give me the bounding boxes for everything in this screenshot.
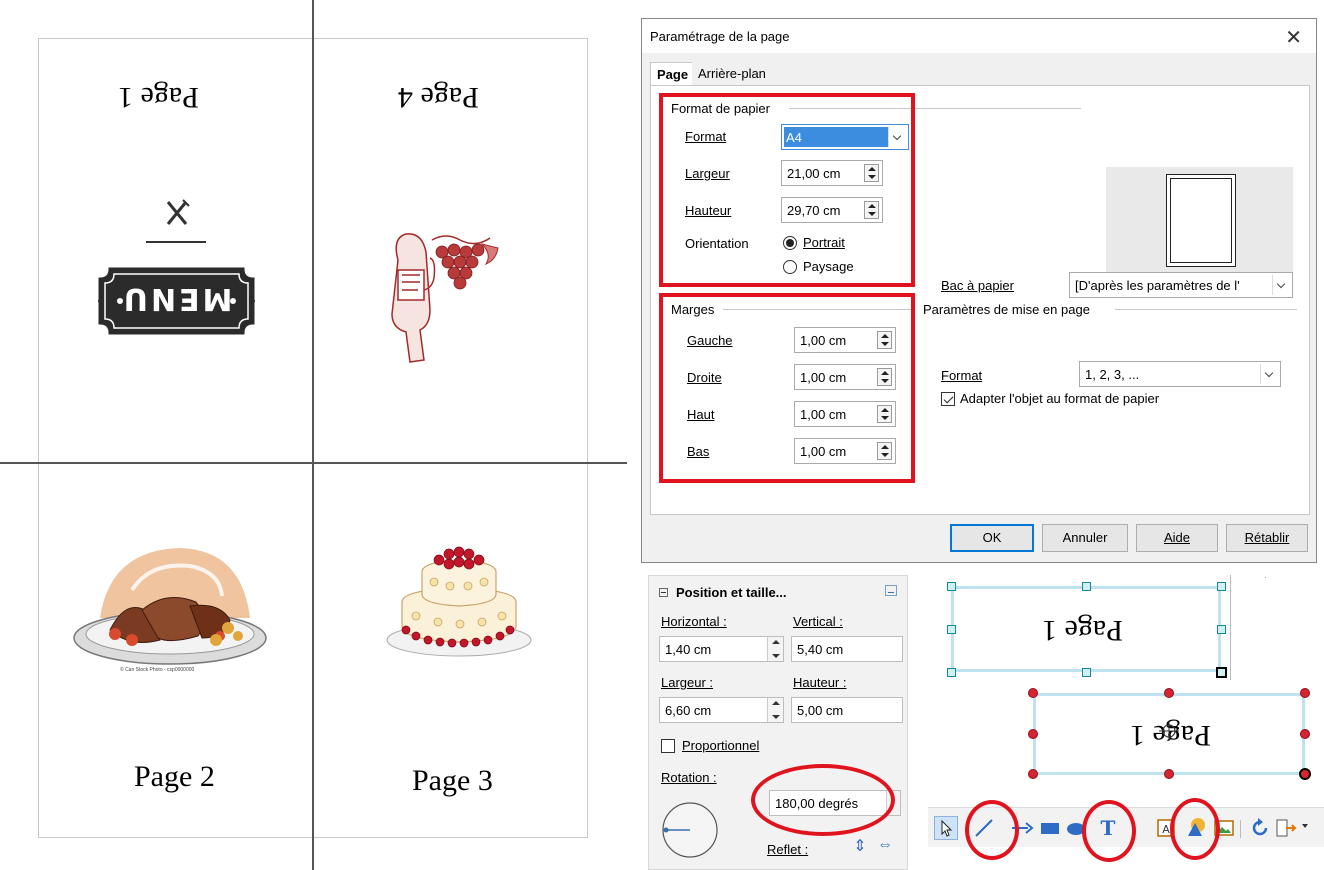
rotate-handle[interactable] <box>1028 688 1038 698</box>
resize-handle[interactable] <box>947 668 956 677</box>
vertical-label: Vertical : <box>793 614 843 629</box>
fork-knife-icon <box>146 199 206 243</box>
resize-handle[interactable] <box>1082 582 1091 591</box>
horizontal-position-field[interactable]: 1,40 cm <box>659 636 784 662</box>
panel-label-page1: Page 1 <box>118 81 199 114</box>
paper-tray-label: Bac à papier <box>941 278 1014 293</box>
height-label: Hauteur : <box>793 675 847 690</box>
resize-handle[interactable] <box>1216 667 1227 678</box>
drawing-canvas: Page 1 Page 1 <box>915 575 1324 810</box>
vertical-fold-line <box>312 0 314 870</box>
flip-vertical-icon[interactable]: ⇕ <box>850 836 870 856</box>
chevron-down-icon[interactable] <box>1272 275 1290 295</box>
resize-handle[interactable] <box>1082 668 1091 677</box>
spin-arrows-icon[interactable] <box>767 637 783 661</box>
cake-illustration <box>386 546 532 657</box>
cancel-button[interactable]: Annuler <box>1042 524 1128 552</box>
fit-object-checkbox[interactable] <box>941 392 955 406</box>
close-icon[interactable]: ✕ <box>1285 25 1302 50</box>
tab-page[interactable]: Page <box>650 62 696 86</box>
collapse-icon[interactable] <box>659 588 668 597</box>
numbering-format-value: 1, 2, 3, ... <box>1085 367 1140 382</box>
reset-button[interactable]: Rétablir <box>1226 524 1308 552</box>
roast-caption: © Can Stock Photo - csp0000000 <box>120 667 195 673</box>
rotate-handle[interactable] <box>1299 768 1311 780</box>
select-arrow-icon[interactable] <box>934 816 958 840</box>
paper-format-highlight <box>659 93 915 287</box>
rotate-handle[interactable] <box>1164 688 1174 698</box>
more-options-icon[interactable] <box>885 585 897 596</box>
page-setup-dialog: Paramétrage de la page ✕ Page Arrière-pl… <box>641 18 1317 563</box>
position-size-panel: Position et taille... Horizontal : Verti… <box>648 575 908 870</box>
resize-handle[interactable] <box>947 582 956 591</box>
page-preview <box>1106 167 1293 273</box>
proportional-checkbox[interactable] <box>661 739 675 753</box>
width-field[interactable]: 6,60 cm <box>659 697 784 723</box>
fit-object-label: Adapter l'objet au format de papier <box>960 391 1160 406</box>
help-button[interactable]: Aide <box>1136 524 1218 552</box>
height-value: 5,00 cm <box>797 703 844 718</box>
width-label: Largeur : <box>661 675 714 690</box>
rotate-handle[interactable] <box>1300 729 1310 739</box>
panel-label-page3: Page 3 <box>412 764 493 797</box>
paper-tray-value: [D'après les paramètres de l' <box>1075 278 1240 293</box>
rotation-pivot-icon[interactable] <box>1159 721 1179 741</box>
resize-handle[interactable] <box>1217 625 1226 634</box>
panel-title: Position et taille... <box>676 585 787 600</box>
rotation-dial-icon[interactable] <box>661 801 719 859</box>
numbering-format-label: Format <box>941 368 983 383</box>
numbering-format-dropdown[interactable]: 1, 2, 3, ... <box>1079 361 1281 387</box>
horizontal-value: 1,40 cm <box>665 642 712 657</box>
rotate-handle[interactable] <box>1164 769 1174 779</box>
rotate-handle[interactable] <box>1028 769 1038 779</box>
resize-handle[interactable] <box>947 625 956 634</box>
paper-tray-dropdown[interactable]: [D'après les paramètres de l' <box>1069 272 1293 298</box>
line-tool-highlight <box>965 800 1019 860</box>
resize-handle[interactable] <box>1217 582 1226 591</box>
chevron-down-icon[interactable] <box>1260 364 1278 384</box>
tab-background[interactable]: Arrière-plan <box>692 62 772 86</box>
menu-badge-text: MENU <box>120 281 233 316</box>
dialog-title: Paramétrage de la page <box>650 29 790 44</box>
rotate-handle[interactable] <box>1028 729 1038 739</box>
text-box-1[interactable]: Page 1 <box>951 586 1221 672</box>
width-value: 6,60 cm <box>665 703 712 718</box>
layout-group-label: Paramètres de mise en page <box>923 302 1090 317</box>
dialog-titlebar: Paramétrage de la page ✕ <box>642 19 1316 53</box>
proportional-label: Proportionnel <box>682 738 760 753</box>
vertical-position-field[interactable]: 5,40 cm <box>791 636 903 662</box>
ok-button[interactable]: OK <box>950 524 1034 552</box>
panel-label-page4: Page 4 <box>398 81 479 114</box>
rotation-label: Rotation : <box>661 770 717 785</box>
menu-badge: MENU <box>90 265 263 337</box>
page-tab-panel: Format de papier Format A4 Largeur 21,00… <box>650 85 1310 515</box>
mirror-label: Reflet : <box>767 842 809 857</box>
rotate-handle[interactable] <box>1300 688 1310 698</box>
wine-grapes-illustration <box>391 233 499 363</box>
preview-page-icon <box>1166 174 1236 267</box>
horizontal-label: Horizontal : <box>661 614 727 629</box>
horizontal-fold-line <box>0 462 627 464</box>
height-field[interactable]: 5,00 cm <box>791 697 903 723</box>
roast-platter-illustration <box>73 548 267 665</box>
rectangle-icon[interactable] <box>1038 816 1062 840</box>
vertical-value: 5,40 cm <box>797 642 844 657</box>
margins-highlight <box>659 293 915 483</box>
shapes-tool-highlight <box>1170 798 1220 860</box>
align-icon[interactable] <box>1274 816 1298 840</box>
group-separator <box>1115 309 1297 310</box>
panel-label-page2: Page 2 <box>134 760 215 793</box>
spin-arrows-icon[interactable] <box>767 698 783 722</box>
rotation-highlight <box>751 764 895 836</box>
flip-horizontal-icon[interactable]: ⇔ <box>875 836 895 856</box>
text-tool-highlight <box>1082 800 1136 862</box>
menu-sheet: Page 1 MENU Page 4 © Can Stock Photo - c… <box>0 0 627 870</box>
chevron-down-icon[interactable] <box>1302 824 1308 828</box>
rotate-icon[interactable] <box>1248 816 1272 840</box>
text-box-1-text: Page 1 <box>1042 614 1123 647</box>
